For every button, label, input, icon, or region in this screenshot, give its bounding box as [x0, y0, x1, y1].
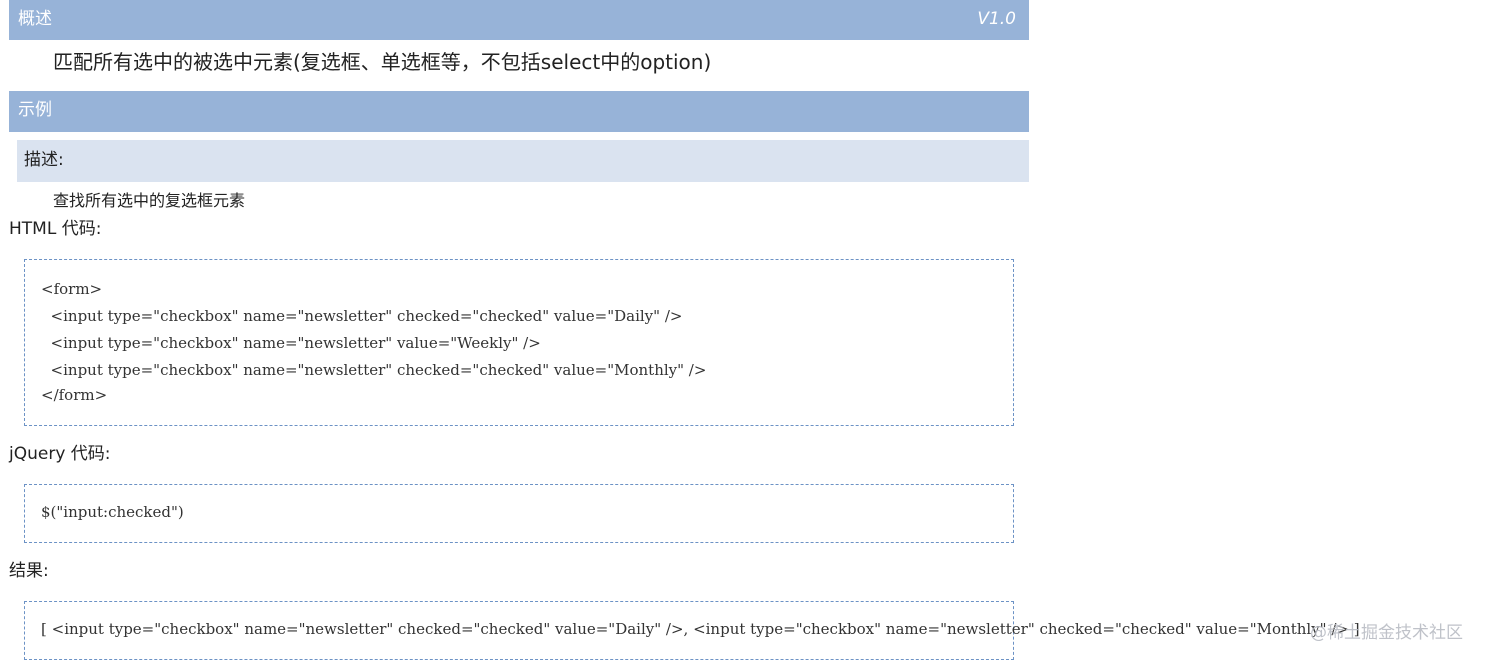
- watermark: @稀土掘金技术社区: [1310, 623, 1463, 643]
- description-text: 查找所有选中的复选框元素: [53, 191, 246, 210]
- code-line: [ <input type="checkbox" name="newslette…: [41, 620, 1360, 638]
- example-header: 示例: [9, 91, 1029, 132]
- result-code-block: [ <input type="checkbox" name="newslette…: [24, 601, 1360, 660]
- html-code-label: HTML 代码:: [9, 219, 102, 239]
- description-label: 描述:: [24, 150, 64, 170]
- description-header: 描述:: [17, 140, 1029, 182]
- overview-header: 概述 V1.0: [9, 0, 1029, 40]
- overview-title: 概述: [18, 9, 52, 29]
- summary-text: 匹配所有选中的被选中元素(复选框、单选框等，不包括select中的option): [53, 50, 712, 74]
- code-line: $("input:checked"): [41, 503, 184, 521]
- code-line: <form>: [41, 280, 103, 298]
- html-code-block: <form> <input type="checkbox" name="news…: [24, 259, 1014, 426]
- jquery-code-block: $("input:checked"): [24, 484, 1014, 543]
- example-title: 示例: [18, 100, 52, 120]
- version-label: V1.0: [977, 9, 1016, 29]
- code-line: <input type="checkbox" name="newsletter"…: [41, 361, 707, 379]
- code-line: <input type="checkbox" name="newsletter"…: [41, 334, 541, 352]
- code-line: <input type="checkbox" name="newsletter"…: [41, 307, 683, 325]
- result-label: 结果:: [9, 561, 49, 581]
- code-line: </form>: [41, 386, 108, 404]
- jquery-code-label: jQuery 代码:: [9, 444, 111, 464]
